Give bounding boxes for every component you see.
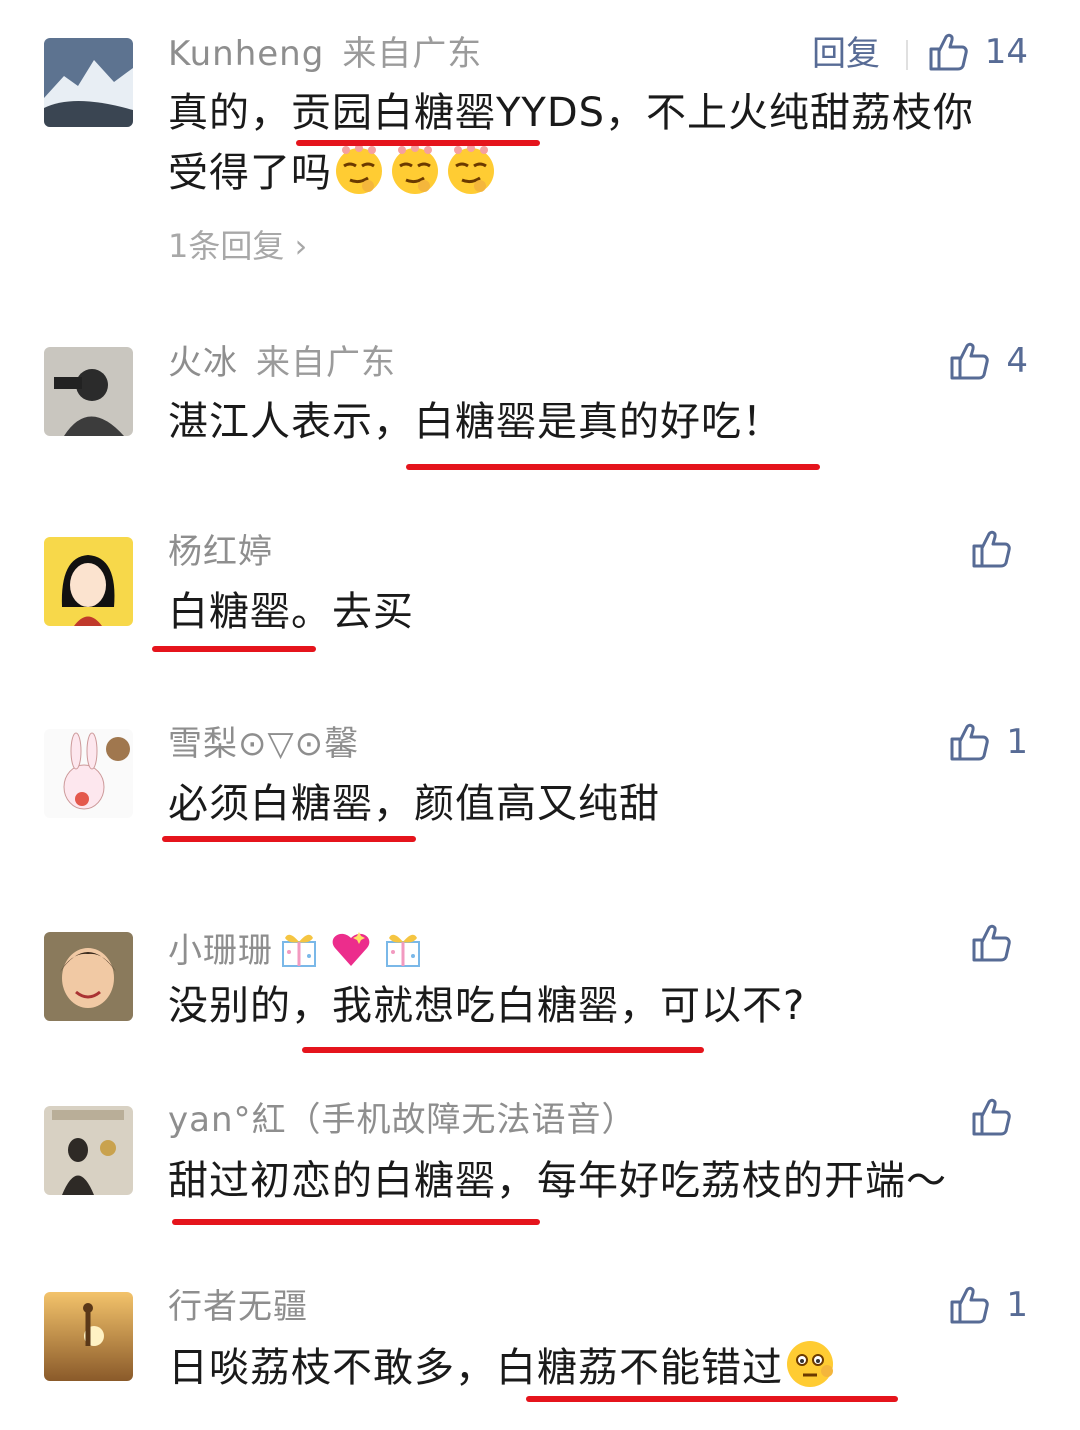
commenter-name[interactable]: 行者无疆 — [168, 1287, 308, 1327]
thumbs-up-icon — [948, 721, 990, 763]
commenter-name: Kunheng 来自广东 — [168, 34, 482, 74]
comment-text: 湛江人表示，白糖罂是真的好吃！ — [168, 399, 783, 445]
like-button[interactable] — [970, 528, 1028, 570]
highlight-underline — [162, 836, 416, 842]
like-count: 4 — [1006, 341, 1028, 381]
commenter-name[interactable]: yan°紅（手机故障无法语音） — [168, 1100, 637, 1140]
location-label: 来自广东 — [342, 34, 483, 74]
avatar[interactable] — [44, 932, 133, 1021]
reply-button[interactable]: 回复 — [812, 34, 880, 74]
thumbs-up-icon — [948, 1284, 990, 1326]
avatar[interactable] — [44, 729, 133, 818]
comment-text: 没别的，我就想吃白糖罂，可以不? — [168, 983, 806, 1029]
commenter-name-text[interactable]: Kunheng — [168, 34, 324, 74]
thumbs-up-icon — [927, 31, 969, 73]
smirk-emoji-icon — [388, 142, 442, 196]
avatar[interactable] — [44, 537, 133, 626]
comment-text-line1: 真的，贡园白糖罂YYDS，不上火纯甜荔枝你 — [168, 90, 975, 136]
highlight-underline — [302, 1047, 704, 1053]
highlight-underline — [526, 1396, 898, 1402]
comment-text: 甜过初恋的白糖罂，每年好吃荔枝的开端～ — [168, 1158, 947, 1204]
thumbs-up-icon — [970, 528, 1012, 570]
highlight-underline — [172, 1219, 540, 1225]
sparkling-heart-emoji-icon — [329, 926, 373, 970]
avatar[interactable] — [44, 38, 133, 127]
like-button[interactable]: 1 — [948, 1284, 1028, 1326]
avatar[interactable] — [44, 1292, 133, 1381]
comment-text: 日啖荔枝不敢多，白糖荔不能错过 — [168, 1337, 1038, 1397]
avatar[interactable] — [44, 1106, 133, 1195]
comment-text: 必须白糖罂，颜值高又纯甜 — [168, 781, 660, 827]
like-count: 1 — [1006, 1285, 1028, 1325]
like-count: 1 — [1006, 722, 1028, 762]
view-replies-link[interactable]: 1条回复 › — [168, 226, 307, 266]
commenter-name: 火冰 来自广东 — [168, 343, 396, 383]
chevron-right-icon: › — [284, 227, 308, 265]
commenter-name: 小珊珊 — [168, 926, 429, 971]
divider — [906, 40, 908, 70]
like-button[interactable]: 14 — [927, 31, 1028, 73]
highlight-underline — [296, 140, 540, 146]
smirk-emoji-icon — [444, 142, 498, 196]
gift-emoji-icon — [277, 926, 321, 970]
like-button[interactable]: 1 — [948, 721, 1028, 763]
like-button[interactable] — [970, 1096, 1028, 1138]
location-label: 来自广东 — [256, 343, 396, 383]
thumbs-up-icon — [970, 1096, 1012, 1138]
like-count: 14 — [984, 32, 1028, 72]
thumbs-up-icon — [948, 340, 990, 382]
highlight-underline — [152, 646, 316, 652]
thumbs-up-icon — [970, 922, 1012, 964]
like-button[interactable] — [970, 922, 1028, 964]
smirk-emoji-icon — [332, 142, 386, 196]
awkward-emoji-icon — [783, 1337, 837, 1391]
commenter-name[interactable]: 杨红婷 — [168, 532, 273, 572]
commenter-name[interactable]: 雪梨⊙▽⊙馨 — [168, 724, 359, 764]
highlight-underline — [406, 464, 820, 470]
comment-text-line2: 受得了吗 — [168, 142, 1038, 202]
like-button[interactable]: 4 — [948, 340, 1028, 382]
avatar[interactable] — [44, 347, 133, 436]
gift-emoji-icon — [381, 926, 425, 970]
comment-text: 白糖罂。去买 — [168, 589, 414, 635]
